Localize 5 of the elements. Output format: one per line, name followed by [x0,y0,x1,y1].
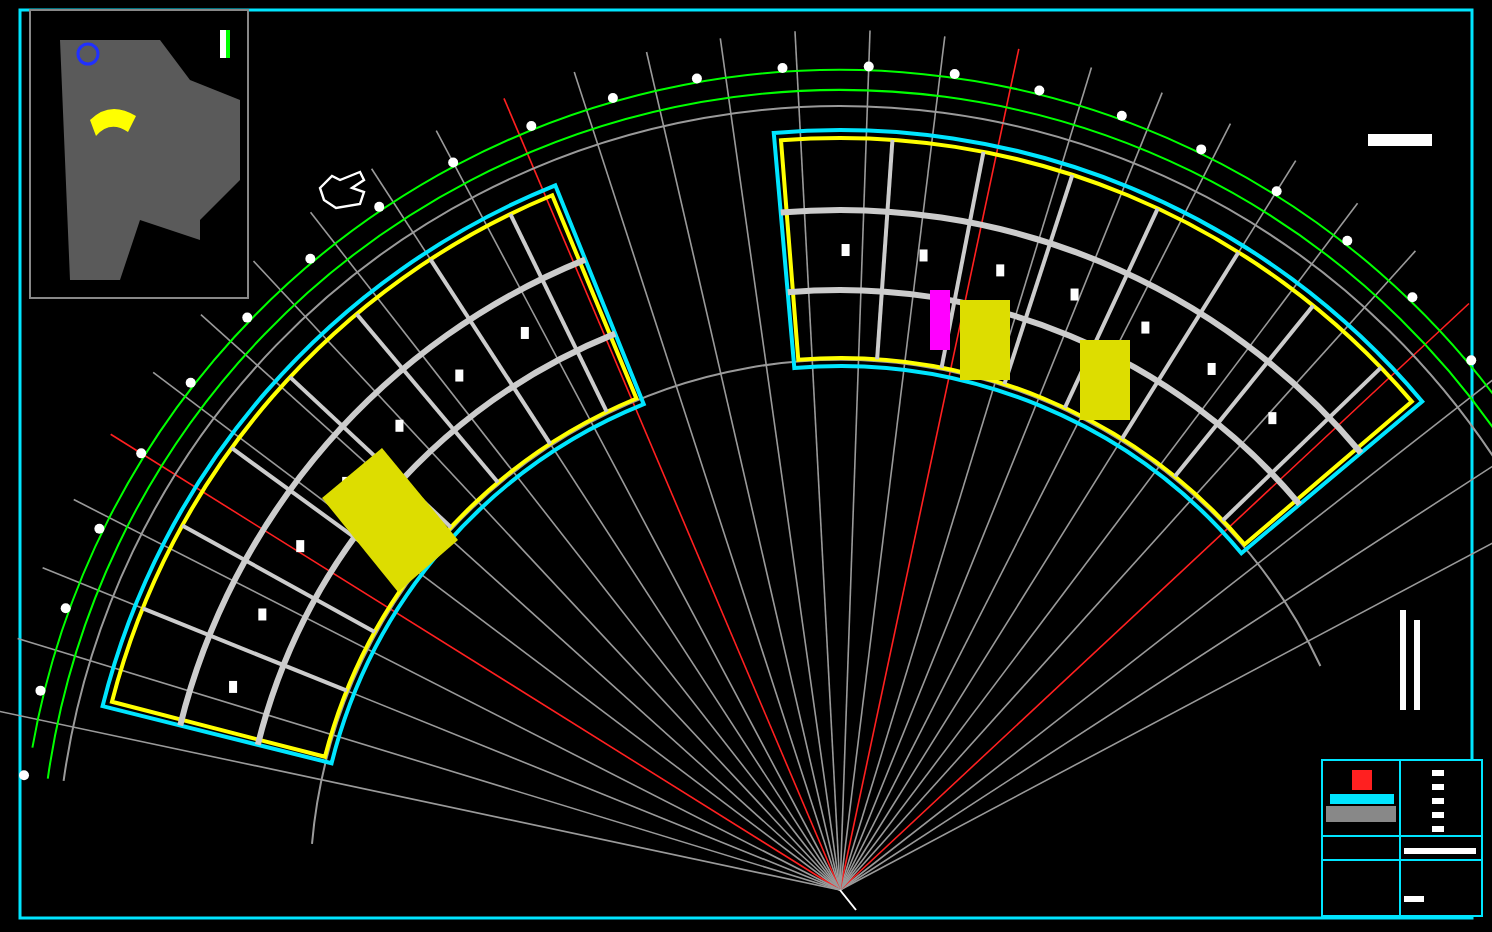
stair-core [960,300,1010,380]
hand-icon [318,170,366,210]
stair-core [1080,340,1130,420]
stair-core [322,448,458,592]
service-room [930,290,950,350]
